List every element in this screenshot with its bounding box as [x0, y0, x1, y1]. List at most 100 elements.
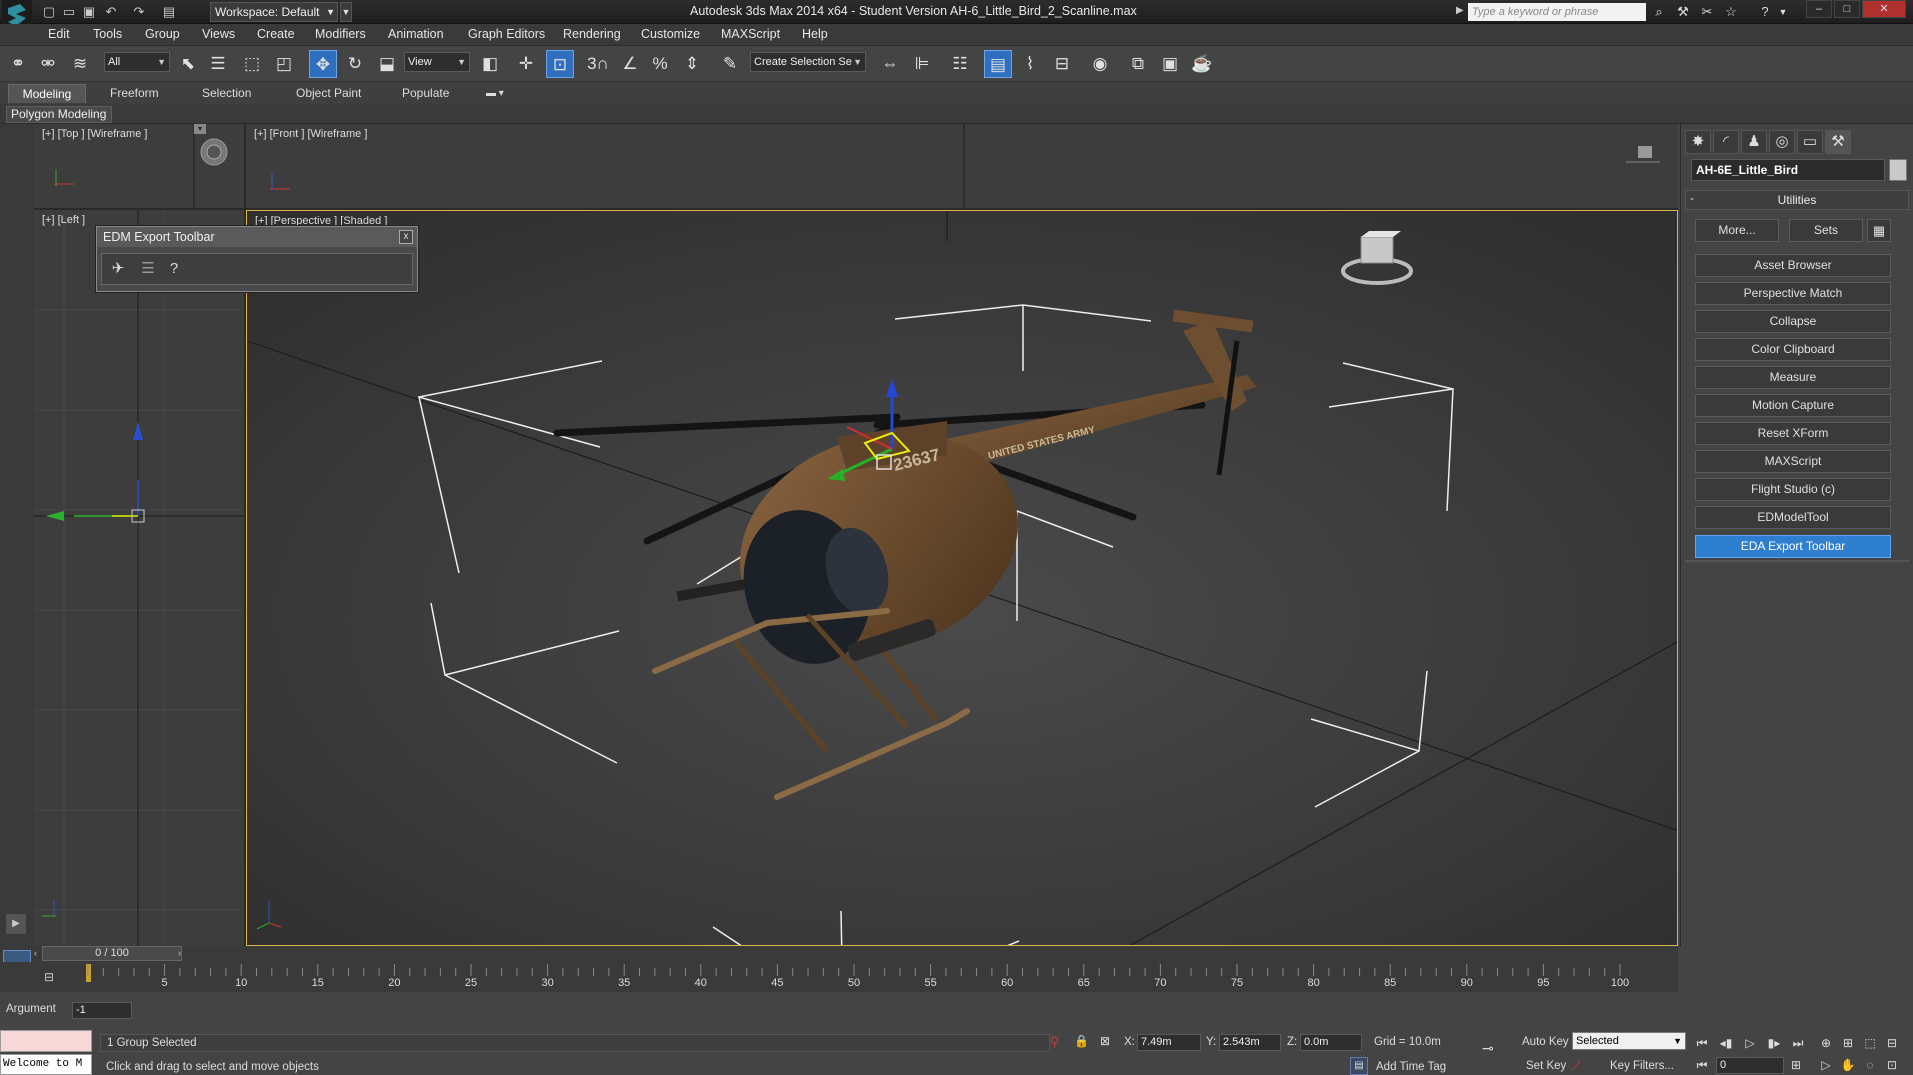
previous-frame-icon[interactable]: ◂▮: [1716, 1034, 1736, 1052]
menu-help[interactable]: Help: [802, 27, 828, 41]
track-bar[interactable]: ⊟ 5 10 15 20 25 30 35 40 45 50 55 60 65 70 75 80 85 90 95 1…: [0, 962, 1678, 992]
menu-graph-editors[interactable]: Graph Editors: [468, 27, 545, 41]
percent-snap-icon[interactable]: %: [646, 50, 674, 78]
spinner-snap-icon[interactable]: ⇕: [678, 50, 706, 78]
menu-tools[interactable]: Tools: [93, 27, 122, 41]
time-slider[interactable]: ‹ 0 / 100 ›: [34, 946, 1678, 962]
create-tab-icon[interactable]: ✸: [1685, 130, 1711, 154]
rect-select-icon[interactable]: ⬚: [238, 50, 266, 78]
menu-group[interactable]: Group: [145, 27, 180, 41]
undo-icon[interactable]: ↶: [102, 3, 120, 21]
key-filters-button[interactable]: Key Filters...: [1610, 1060, 1674, 1072]
utility-eda-export-toolbar[interactable]: EDA Export Toolbar: [1695, 535, 1891, 558]
favorites-icon[interactable]: ☆: [1722, 3, 1740, 21]
redo-icon[interactable]: ↷: [130, 3, 148, 21]
viewport-perspective[interactable]: 23637 UNITED STATES ARMY [+] [Perspectiv…: [246, 210, 1678, 946]
snap-toggle-icon[interactable]: 3∩: [584, 50, 612, 78]
maximize-button[interactable]: □: [1834, 0, 1860, 18]
select-scale-icon[interactable]: ⬓: [373, 50, 401, 78]
menu-customize[interactable]: Customize: [641, 27, 700, 41]
close-button[interactable]: ✕: [1862, 0, 1906, 18]
menu-create[interactable]: Create: [257, 27, 295, 41]
time-slider-thumb[interactable]: 0 / 100: [42, 946, 182, 961]
edm-help-icon[interactable]: ?: [164, 259, 184, 279]
zoom-all-icon[interactable]: ⊞: [1838, 1034, 1858, 1052]
y-coordinate-field[interactable]: 2.543m: [1219, 1034, 1281, 1051]
utility-maxscript[interactable]: MAXScript: [1695, 450, 1891, 473]
layer-manager-icon[interactable]: ☷: [946, 50, 974, 78]
viewport-front[interactable]: [+] [Front ] [Wireframe ]: [246, 124, 1678, 208]
pan-view-icon[interactable]: ✋: [1838, 1056, 1858, 1074]
time-configuration-icon[interactable]: ⊞: [1786, 1056, 1806, 1074]
isolate-selection-icon[interactable]: ⚲: [1050, 1034, 1060, 1050]
selection-filter-dropdown[interactable]: All ▼: [104, 52, 170, 72]
open-file-icon[interactable]: ▭: [60, 3, 78, 21]
utility-color-clipboard[interactable]: Color Clipboard: [1695, 338, 1891, 361]
curve-editor-icon[interactable]: ⌇: [1016, 50, 1044, 78]
mirror-icon[interactable]: ⇔: [876, 50, 904, 78]
add-time-tag[interactable]: Add Time Tag: [1376, 1061, 1446, 1073]
rendered-frame-icon[interactable]: ▣: [1156, 50, 1184, 78]
tab-freeform[interactable]: Freeform: [104, 84, 165, 103]
sets-button[interactable]: Sets: [1789, 219, 1863, 242]
utility-reset-xform[interactable]: Reset XForm: [1695, 422, 1891, 445]
expand-ribbon-icon[interactable]: ▶: [6, 914, 26, 934]
select-move-icon[interactable]: ✥: [309, 50, 337, 78]
auto-key-button[interactable]: Auto Key: [1522, 1036, 1569, 1048]
select-by-name-icon[interactable]: ☰: [204, 50, 232, 78]
time-prev-icon[interactable]: ‹: [34, 946, 42, 961]
reference-coord-dropdown[interactable]: View ▼: [404, 52, 470, 72]
edm-export-toolbar[interactable]: EDM Export Toolbar x ✈ ☰ ?: [96, 226, 418, 292]
edm-toolbar-title[interactable]: EDM Export Toolbar: [97, 227, 417, 247]
maxscript-listener-input[interactable]: [0, 1030, 92, 1052]
save-file-icon[interactable]: ▣: [80, 3, 98, 21]
named-selection-dropdown[interactable]: Create Selection Se ▼: [750, 52, 866, 72]
viewport-top-minimize[interactable]: ▾: [194, 124, 206, 134]
viewport-front-label[interactable]: [+] [Front ] [Wireframe ]: [254, 128, 367, 140]
minimize-button[interactable]: –: [1806, 0, 1832, 18]
link-icon[interactable]: ⚭: [4, 50, 32, 78]
workspace-dropdown[interactable]: Workspace: Default ▼: [210, 2, 338, 22]
set-key-mode-icon[interactable]: ⊸: [1482, 1040, 1494, 1057]
key-mode-dropdown[interactable]: Selected ▼: [1572, 1032, 1686, 1050]
menu-rendering[interactable]: Rendering: [563, 27, 621, 41]
align-icon[interactable]: ⊫: [908, 50, 936, 78]
utility-asset-browser[interactable]: Asset Browser: [1695, 254, 1891, 277]
search-input[interactable]: Type a keyword or phrase: [1468, 3, 1646, 21]
utility-motion-capture[interactable]: Motion Capture: [1695, 394, 1891, 417]
menu-modifiers[interactable]: Modifiers: [315, 27, 366, 41]
utility-flight-studio[interactable]: Flight Studio (c): [1695, 478, 1891, 501]
viewport-top-label[interactable]: [+] [Top ] [Wireframe ]: [42, 128, 147, 140]
ribbon-options-icon[interactable]: ▬ ▾: [480, 84, 510, 103]
project-folder-icon[interactable]: ▤: [160, 3, 178, 21]
zoom-icon[interactable]: ⊕: [1816, 1034, 1836, 1052]
orbit-icon[interactable]: ◌: [1860, 1056, 1880, 1074]
schematic-view-icon[interactable]: ⊟: [1048, 50, 1076, 78]
default-tangent-icon[interactable]: ⟋: [1572, 1058, 1581, 1074]
utility-measure[interactable]: Measure: [1695, 366, 1891, 389]
unlink-icon[interactable]: ⚮: [34, 50, 62, 78]
utility-collapse[interactable]: Collapse: [1695, 310, 1891, 333]
material-editor-icon[interactable]: ◉: [1086, 50, 1114, 78]
tab-populate[interactable]: Populate: [396, 84, 455, 103]
edm-close-button[interactable]: x: [399, 230, 413, 244]
search-expand-icon[interactable]: ▶: [1456, 5, 1464, 16]
maximize-viewport-icon[interactable]: ⊡: [1882, 1056, 1902, 1074]
next-frame-icon[interactable]: ▮▸: [1764, 1034, 1784, 1052]
argument-field[interactable]: -1: [72, 1002, 132, 1019]
select-object-icon[interactable]: ⬉: [174, 50, 202, 78]
graphite-ribbon-icon[interactable]: ▤: [984, 50, 1012, 78]
menu-edit[interactable]: Edit: [48, 27, 70, 41]
configure-sets-icon[interactable]: ▦: [1867, 219, 1891, 242]
utility-edmodeltool[interactable]: EDModelTool: [1695, 506, 1891, 529]
binoculars-icon[interactable]: ⌕: [1650, 3, 1668, 21]
keyboard-shortcut-icon[interactable]: ⊡: [546, 50, 574, 78]
menu-views[interactable]: Views: [202, 27, 235, 41]
select-rotate-icon[interactable]: ↻: [341, 50, 369, 78]
time-tag-icon[interactable]: ▤: [1350, 1057, 1368, 1075]
new-file-icon[interactable]: ▢: [40, 3, 58, 21]
go-to-start-icon[interactable]: ⏮: [1692, 1034, 1712, 1052]
utilities-tab-icon[interactable]: ⚒: [1825, 130, 1851, 154]
edm-export-icon[interactable]: ✈: [108, 259, 128, 279]
z-coordinate-field[interactable]: 0.0m: [1300, 1034, 1362, 1051]
